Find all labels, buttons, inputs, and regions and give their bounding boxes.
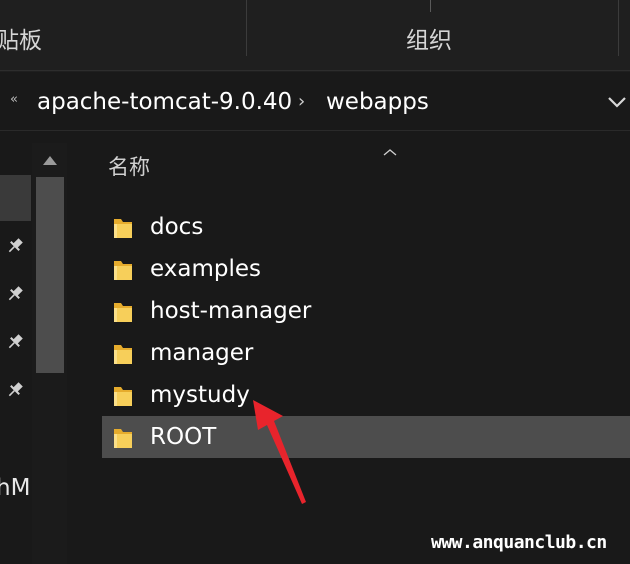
file-list: 名称 docs examples host-manager manager my… xyxy=(68,131,630,564)
folder-icon xyxy=(112,258,134,282)
list-item[interactable]: manager xyxy=(102,332,630,374)
folder-icon xyxy=(112,342,134,366)
folder-icon xyxy=(112,300,134,324)
folder-icon xyxy=(112,384,134,408)
ribbon-divider xyxy=(430,0,431,12)
column-header-name[interactable]: 名称 xyxy=(108,153,150,181)
pin-icon[interactable] xyxy=(4,235,26,257)
nav-item-label[interactable]: hM xyxy=(0,473,30,503)
pin-icon[interactable] xyxy=(4,283,26,305)
file-name: docs xyxy=(150,214,204,240)
breadcrumb-webapps[interactable]: webapps xyxy=(326,87,429,117)
list-item[interactable]: mystudy xyxy=(102,374,630,416)
breadcrumb-apache-tomcat[interactable]: apache-tomcat-9.0.40 xyxy=(37,87,292,117)
chevron-right-icon[interactable]: › xyxy=(298,89,305,115)
nav-scrollbar-thumb[interactable] xyxy=(36,177,64,373)
chevron-down-icon[interactable] xyxy=(604,88,630,116)
scroll-up-arrow-icon[interactable] xyxy=(40,153,60,169)
sort-caret-icon xyxy=(382,141,398,156)
navigation-pane: hM xyxy=(0,143,67,564)
address-bar[interactable]: « apache-tomcat-9.0.40 › webapps xyxy=(0,74,630,131)
folder-icon xyxy=(112,216,134,240)
double-chevron-left-icon[interactable]: « xyxy=(10,90,18,110)
ribbon: 贴板 组织 xyxy=(0,0,630,72)
nav-selected-item[interactable] xyxy=(0,175,31,221)
file-explorer-window: 贴板 组织 « apache-tomcat-9.0.40 › webapps h… xyxy=(0,0,630,564)
list-item[interactable]: examples xyxy=(102,248,630,290)
file-name: ROOT xyxy=(150,424,217,450)
list-item[interactable]: host-manager xyxy=(102,290,630,332)
ribbon-divider xyxy=(246,0,247,56)
list-item-selected[interactable]: ROOT xyxy=(102,416,630,458)
watermark-text: www.anquanclub.cn xyxy=(431,532,607,553)
ribbon-group-clipboard-label: 贴板 xyxy=(0,28,42,54)
list-item[interactable]: docs xyxy=(102,206,630,248)
pin-icon[interactable] xyxy=(4,379,26,401)
folder-icon xyxy=(112,426,134,450)
file-name: manager xyxy=(150,340,254,366)
file-name: host-manager xyxy=(150,298,312,324)
ribbon-group-organize-label: 组织 xyxy=(406,28,452,54)
pin-icon[interactable] xyxy=(4,331,26,353)
file-name: mystudy xyxy=(150,382,250,408)
ribbon-border xyxy=(0,70,630,71)
file-name: examples xyxy=(150,256,261,282)
ribbon-divider xyxy=(618,0,619,56)
